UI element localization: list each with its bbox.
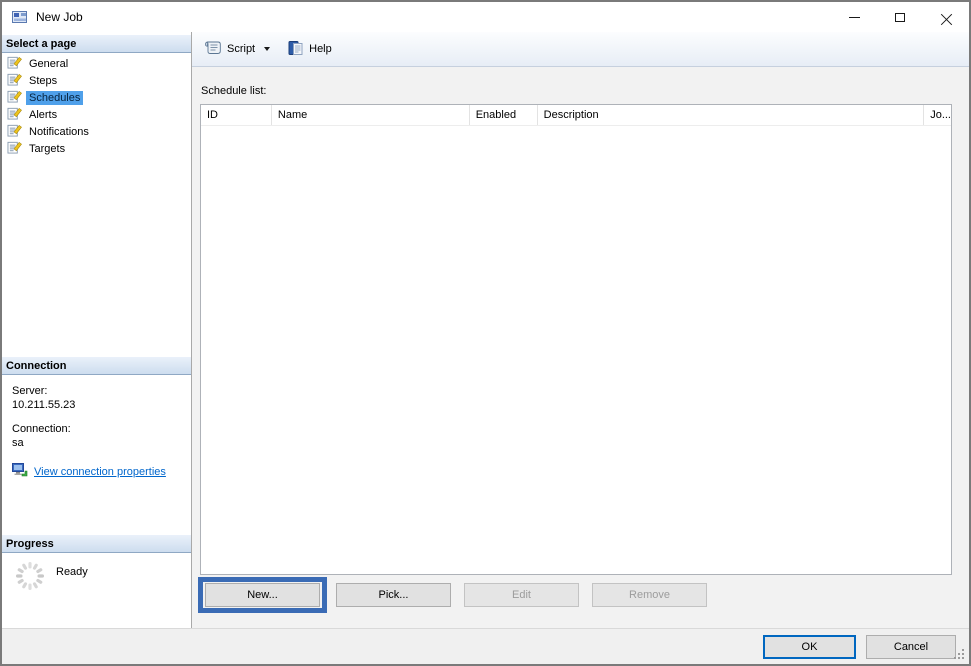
help-button[interactable]: Help — [284, 37, 336, 62]
sidebar-item-targets[interactable]: Targets — [2, 140, 191, 157]
edit-button: Edit — [464, 583, 579, 607]
select-a-page-header: Select a page — [2, 35, 191, 53]
sidebar-item-label: Notifications — [26, 125, 92, 139]
page-icon — [7, 123, 22, 140]
column-header-description[interactable]: Description — [538, 105, 925, 125]
window-title: New Job — [36, 10, 83, 24]
schedule-buttons-row: New... Pick... Edit Remove — [192, 577, 969, 613]
connection-properties-icon — [12, 463, 28, 481]
maximize-button[interactable] — [877, 2, 923, 32]
column-header-name[interactable]: Name — [272, 105, 470, 125]
sidebar-item-label: Schedules — [26, 91, 83, 105]
toolbar: Script Help — [192, 32, 969, 67]
sidebar-item-schedules[interactable]: Schedules — [2, 89, 191, 106]
page-icon — [7, 140, 22, 157]
cancel-button[interactable]: Cancel — [866, 635, 956, 659]
connection-panel: Server: 10.211.55.23 Connection: sa — [2, 375, 191, 535]
help-button-label: Help — [309, 43, 332, 55]
main-panel: Script Help — [191, 32, 969, 628]
minimize-button[interactable] — [831, 2, 877, 32]
sidebar: Select a page General Steps Schedules Al… — [2, 32, 191, 628]
progress-panel: Ready — [2, 553, 191, 628]
sidebar-item-steps[interactable]: Steps — [2, 72, 191, 89]
new-job-dialog-icon — [12, 10, 28, 24]
page-list: General Steps Schedules Alerts Notificat… — [2, 53, 191, 357]
ok-button[interactable]: OK — [763, 635, 856, 659]
sidebar-item-alerts[interactable]: Alerts — [2, 106, 191, 123]
new-job-dialog: New Job Select a page General Steps — [0, 0, 971, 666]
progress-status: Ready — [56, 566, 88, 578]
column-header-jobs[interactable]: Jo... — [924, 105, 951, 125]
view-connection-properties-link[interactable]: View connection properties — [34, 465, 166, 479]
sidebar-item-notifications[interactable]: Notifications — [2, 123, 191, 140]
remove-button: Remove — [592, 583, 707, 607]
close-button[interactable] — [923, 2, 969, 32]
script-button-label: Script — [227, 43, 255, 55]
maximize-icon — [895, 13, 905, 22]
sidebar-item-label: General — [26, 57, 71, 71]
connection-label: Connection: — [12, 422, 191, 436]
server-value: 10.211.55.23 — [12, 398, 191, 412]
sidebar-item-label: Targets — [26, 142, 68, 156]
script-button[interactable]: Script — [200, 37, 274, 61]
schedule-list-label: Schedule list: — [201, 85, 969, 97]
script-icon — [204, 40, 222, 58]
table-body-empty[interactable] — [201, 126, 951, 574]
column-header-id[interactable]: ID — [201, 105, 272, 125]
sidebar-item-label: Alerts — [26, 108, 60, 122]
sidebar-item-label: Steps — [26, 74, 60, 88]
new-button[interactable]: New... — [205, 583, 320, 607]
page-icon — [7, 55, 22, 72]
connection-value: sa — [12, 436, 191, 450]
minimize-icon — [849, 17, 860, 18]
resize-grip-icon[interactable] — [954, 649, 966, 661]
titlebar: New Job — [2, 2, 969, 32]
progress-header: Progress — [2, 535, 191, 553]
close-icon — [941, 12, 952, 23]
schedules-page: Schedule list: ID Name Enabled Descripti… — [192, 67, 969, 628]
annotation-highlight-box: New... — [198, 577, 327, 613]
progress-spinner-icon — [14, 560, 46, 595]
script-dropdown-icon[interactable] — [264, 47, 270, 51]
server-label: Server: — [12, 384, 191, 398]
table-header-row: ID Name Enabled Description Jo... — [201, 105, 951, 126]
help-icon — [288, 40, 304, 59]
page-icon — [7, 106, 22, 123]
sidebar-item-general[interactable]: General — [2, 55, 191, 72]
connection-header: Connection — [2, 357, 191, 375]
page-icon — [7, 89, 22, 106]
column-header-enabled[interactable]: Enabled — [470, 105, 538, 125]
page-icon — [7, 72, 22, 89]
dialog-footer: OK Cancel — [2, 628, 969, 664]
pick-button[interactable]: Pick... — [336, 583, 451, 607]
schedule-list-table[interactable]: ID Name Enabled Description Jo... — [200, 104, 952, 575]
